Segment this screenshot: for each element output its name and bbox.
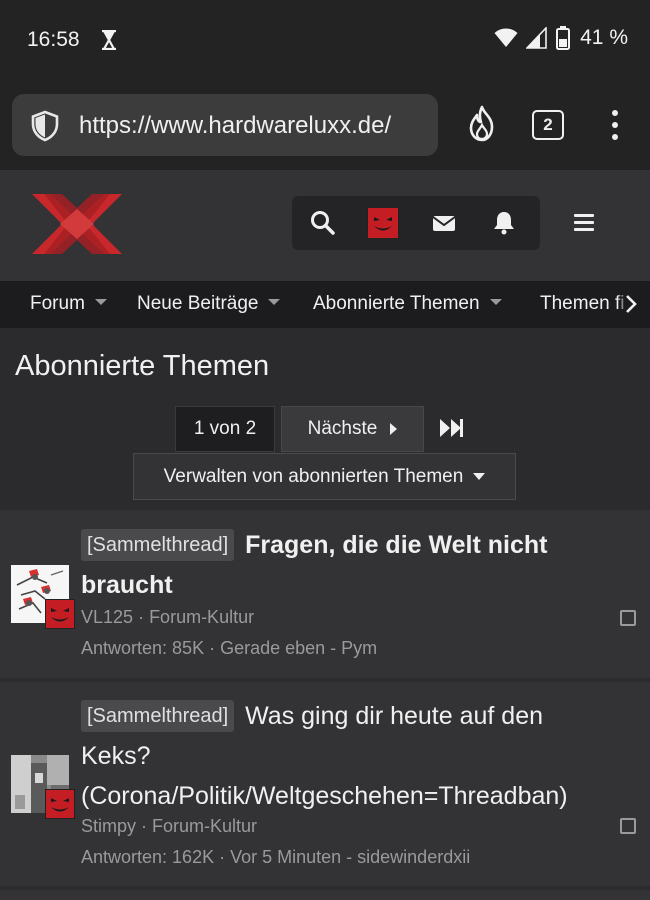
thread-last-post[interactable]: Vor 5 Minuten - sidewinderdxii bbox=[230, 847, 470, 867]
bell-icon[interactable] bbox=[490, 209, 518, 237]
chevron-down-icon[interactable] bbox=[489, 298, 502, 305]
user-badge-icon bbox=[45, 599, 75, 629]
nav-item-label: Themen fi bbox=[540, 293, 625, 314]
thread-replies: Antworten: 85K bbox=[81, 638, 205, 658]
user-avatar[interactable] bbox=[367, 207, 399, 239]
manage-label: Verwalten von abonnierten Themen bbox=[163, 465, 464, 487]
thread-select-checkbox[interactable] bbox=[620, 610, 636, 626]
status-bar: 16:58 41 % bbox=[0, 0, 650, 80]
chevron-down-icon[interactable] bbox=[268, 298, 281, 305]
nav-item-label: Abonnierte Themen bbox=[313, 293, 480, 314]
more-menu-icon[interactable] bbox=[610, 108, 620, 142]
caret-down-icon bbox=[473, 473, 486, 480]
url-text[interactable]: https://www.hardwareluxx.de/ bbox=[79, 112, 391, 140]
nav-item-themen-finden[interactable]: Themen fi bbox=[540, 293, 624, 315]
thread-meta: VL125 · Forum-Kultur bbox=[81, 607, 255, 627]
thread-last-post[interactable]: Gerade eben - Pym bbox=[220, 638, 377, 658]
thread-prefix[interactable]: [Sammelthread] bbox=[81, 700, 235, 732]
page-title: Abonnierte Themen bbox=[15, 350, 270, 382]
thread-forum[interactable]: Forum-Kultur bbox=[149, 607, 254, 627]
page-indicator: 1 von 2 bbox=[175, 406, 275, 452]
last-page-icon[interactable] bbox=[438, 418, 464, 438]
signal-icon bbox=[526, 27, 547, 49]
next-page-button[interactable]: Nächste bbox=[281, 406, 424, 452]
battery-icon bbox=[556, 26, 571, 50]
caret-right-icon bbox=[390, 423, 398, 435]
thread-prefix[interactable]: [Sammelthread] bbox=[81, 529, 235, 561]
shield-icon[interactable] bbox=[30, 110, 60, 142]
thread-item[interactable]: [Sammelthread] Was ging dir heute auf de… bbox=[0, 682, 650, 886]
nav-item-forum[interactable]: Forum bbox=[30, 293, 107, 315]
flame-icon[interactable] bbox=[466, 105, 498, 143]
header-icon-bar bbox=[292, 196, 540, 250]
thread-forum[interactable]: Forum-Kultur bbox=[152, 816, 257, 836]
manage-watched-threads-button[interactable]: Verwalten von abonnierten Themen bbox=[133, 453, 516, 500]
status-time: 16:58 bbox=[27, 28, 80, 51]
thread-meta: Stimpy · Forum-Kultur bbox=[81, 816, 258, 836]
thread-item[interactable]: [Sammelthread] Fragen, die die Welt nich… bbox=[0, 510, 650, 678]
thread-stats: Antworten: 85K · Gerade eben - Pym bbox=[81, 638, 378, 658]
thread-stats: Antworten: 162K · Vor 5 Minuten - sidewi… bbox=[81, 847, 471, 867]
thread-select-checkbox[interactable] bbox=[620, 818, 636, 834]
address-bar[interactable]: https://www.hardwareluxx.de/ bbox=[12, 94, 438, 156]
site-logo[interactable] bbox=[30, 192, 124, 256]
chevron-right-icon[interactable] bbox=[624, 294, 638, 314]
nav-item-label: Forum bbox=[30, 293, 85, 314]
hamburger-menu-icon[interactable] bbox=[574, 214, 594, 232]
thread-title-link[interactable]: [Sammelthread] Was ging dir heute auf de… bbox=[81, 696, 616, 816]
tab-switcher-button[interactable]: 2 bbox=[532, 110, 564, 140]
nav-item-neue-beitraege[interactable]: Neue Beiträge bbox=[137, 293, 281, 315]
user-badge-icon bbox=[45, 789, 75, 819]
nav-item-label: Neue Beiträge bbox=[137, 293, 259, 314]
thread-replies: Antworten: 162K bbox=[81, 847, 215, 867]
hourglass-icon bbox=[102, 30, 116, 50]
chevron-down-icon[interactable] bbox=[94, 298, 107, 305]
thread-item[interactable] bbox=[0, 890, 650, 900]
nav-item-abonnierte-themen[interactable]: Abonnierte Themen bbox=[313, 293, 502, 315]
thread-author[interactable]: Stimpy bbox=[81, 816, 136, 836]
thread-author[interactable]: VL125 bbox=[81, 607, 133, 627]
wifi-icon bbox=[494, 28, 518, 47]
mail-icon[interactable] bbox=[430, 209, 458, 237]
next-page-label: Nächste bbox=[307, 418, 378, 439]
thread-title-link[interactable]: [Sammelthread] Fragen, die die Welt nich… bbox=[81, 525, 610, 605]
main-nav: Forum Neue Beiträge Abonnierte Themen Th… bbox=[0, 281, 650, 328]
site-header bbox=[0, 170, 650, 281]
search-icon[interactable] bbox=[309, 209, 337, 237]
nav-scroll-right[interactable] bbox=[618, 281, 650, 328]
battery-percent: 41 % bbox=[580, 26, 628, 49]
